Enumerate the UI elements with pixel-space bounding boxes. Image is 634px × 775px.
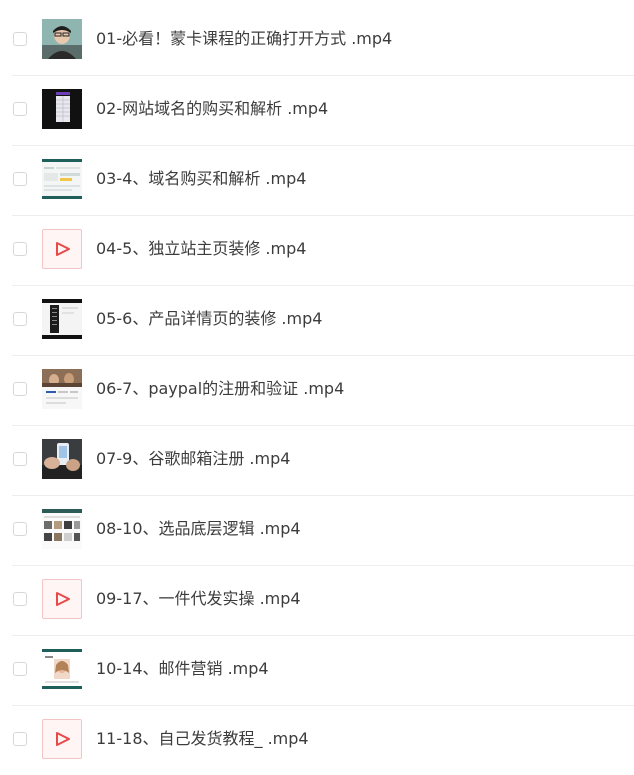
file-name[interactable]: 06-7、paypal的注册和验证 .mp4 bbox=[96, 379, 344, 399]
file-row-05[interactable]: 05-6、产品详情页的装修 .mp4 bbox=[0, 285, 634, 355]
file-row-02[interactable]: 02-网站域名的购买和解析 .mp4 bbox=[0, 75, 634, 145]
play-icon bbox=[56, 732, 70, 746]
file-row-09[interactable]: 09-17、一件代发实操 .mp4 bbox=[0, 565, 634, 635]
file-name[interactable]: 04-5、独立站主页装修 .mp4 bbox=[96, 239, 306, 259]
file-name[interactable]: 03-4、域名购买和解析 .mp4 bbox=[96, 169, 306, 189]
file-row-06[interactable]: 06-7、paypal的注册和验证 .mp4 bbox=[0, 355, 634, 425]
select-checkbox[interactable] bbox=[13, 382, 27, 396]
file-name[interactable]: 08-10、选品底层逻辑 .mp4 bbox=[96, 519, 301, 539]
select-checkbox[interactable] bbox=[13, 452, 27, 466]
video-thumbnail[interactable] bbox=[42, 89, 82, 129]
video-thumbnail[interactable] bbox=[42, 19, 82, 59]
file-row-04[interactable]: 04-5、独立站主页装修 .mp4 bbox=[0, 215, 634, 285]
file-name[interactable]: 01-必看！蒙卡课程的正确打开方式 .mp4 bbox=[96, 29, 392, 49]
file-name[interactable]: 02-网站域名的购买和解析 .mp4 bbox=[96, 99, 328, 119]
file-row-03[interactable]: 03-4、域名购买和解析 .mp4 bbox=[0, 145, 634, 215]
select-checkbox[interactable] bbox=[13, 522, 27, 536]
video-thumbnail[interactable] bbox=[42, 369, 82, 409]
file-name[interactable]: 05-6、产品详情页的装修 .mp4 bbox=[96, 309, 322, 329]
file-name[interactable]: 11-18、自己发货教程_ .mp4 bbox=[96, 729, 309, 749]
video-thumbnail[interactable] bbox=[42, 509, 82, 549]
select-checkbox[interactable] bbox=[13, 662, 27, 676]
file-name[interactable]: 07-9、谷歌邮箱注册 .mp4 bbox=[96, 449, 290, 469]
select-checkbox[interactable] bbox=[13, 242, 27, 256]
file-row-10[interactable]: 10-14、邮件营销 .mp4 bbox=[0, 635, 634, 705]
video-thumbnail[interactable] bbox=[42, 439, 82, 479]
video-thumbnail[interactable] bbox=[42, 299, 82, 339]
file-row-01[interactable]: 01-必看！蒙卡课程的正确打开方式 .mp4 bbox=[0, 5, 634, 75]
video-thumbnail[interactable] bbox=[42, 719, 82, 759]
play-icon bbox=[56, 242, 70, 256]
video-thumbnail[interactable] bbox=[42, 579, 82, 619]
select-checkbox[interactable] bbox=[13, 32, 27, 46]
select-checkbox[interactable] bbox=[13, 312, 27, 326]
file-name[interactable]: 10-14、邮件营销 .mp4 bbox=[96, 659, 269, 679]
video-thumbnail[interactable] bbox=[42, 229, 82, 269]
video-thumbnail[interactable] bbox=[42, 159, 82, 199]
file-row-08[interactable]: 08-10、选品底层逻辑 .mp4 bbox=[0, 495, 634, 565]
file-list: 01-必看！蒙卡课程的正确打开方式 .mp4 02-网站域名的购买和解析 .mp… bbox=[0, 5, 634, 775]
select-checkbox[interactable] bbox=[13, 102, 27, 116]
file-name[interactable]: 09-17、一件代发实操 .mp4 bbox=[96, 589, 301, 609]
select-checkbox[interactable] bbox=[13, 172, 27, 186]
video-thumbnail[interactable] bbox=[42, 649, 82, 689]
file-row-07[interactable]: 07-9、谷歌邮箱注册 .mp4 bbox=[0, 425, 634, 495]
select-checkbox[interactable] bbox=[13, 732, 27, 746]
select-checkbox[interactable] bbox=[13, 592, 27, 606]
play-icon bbox=[56, 592, 70, 606]
